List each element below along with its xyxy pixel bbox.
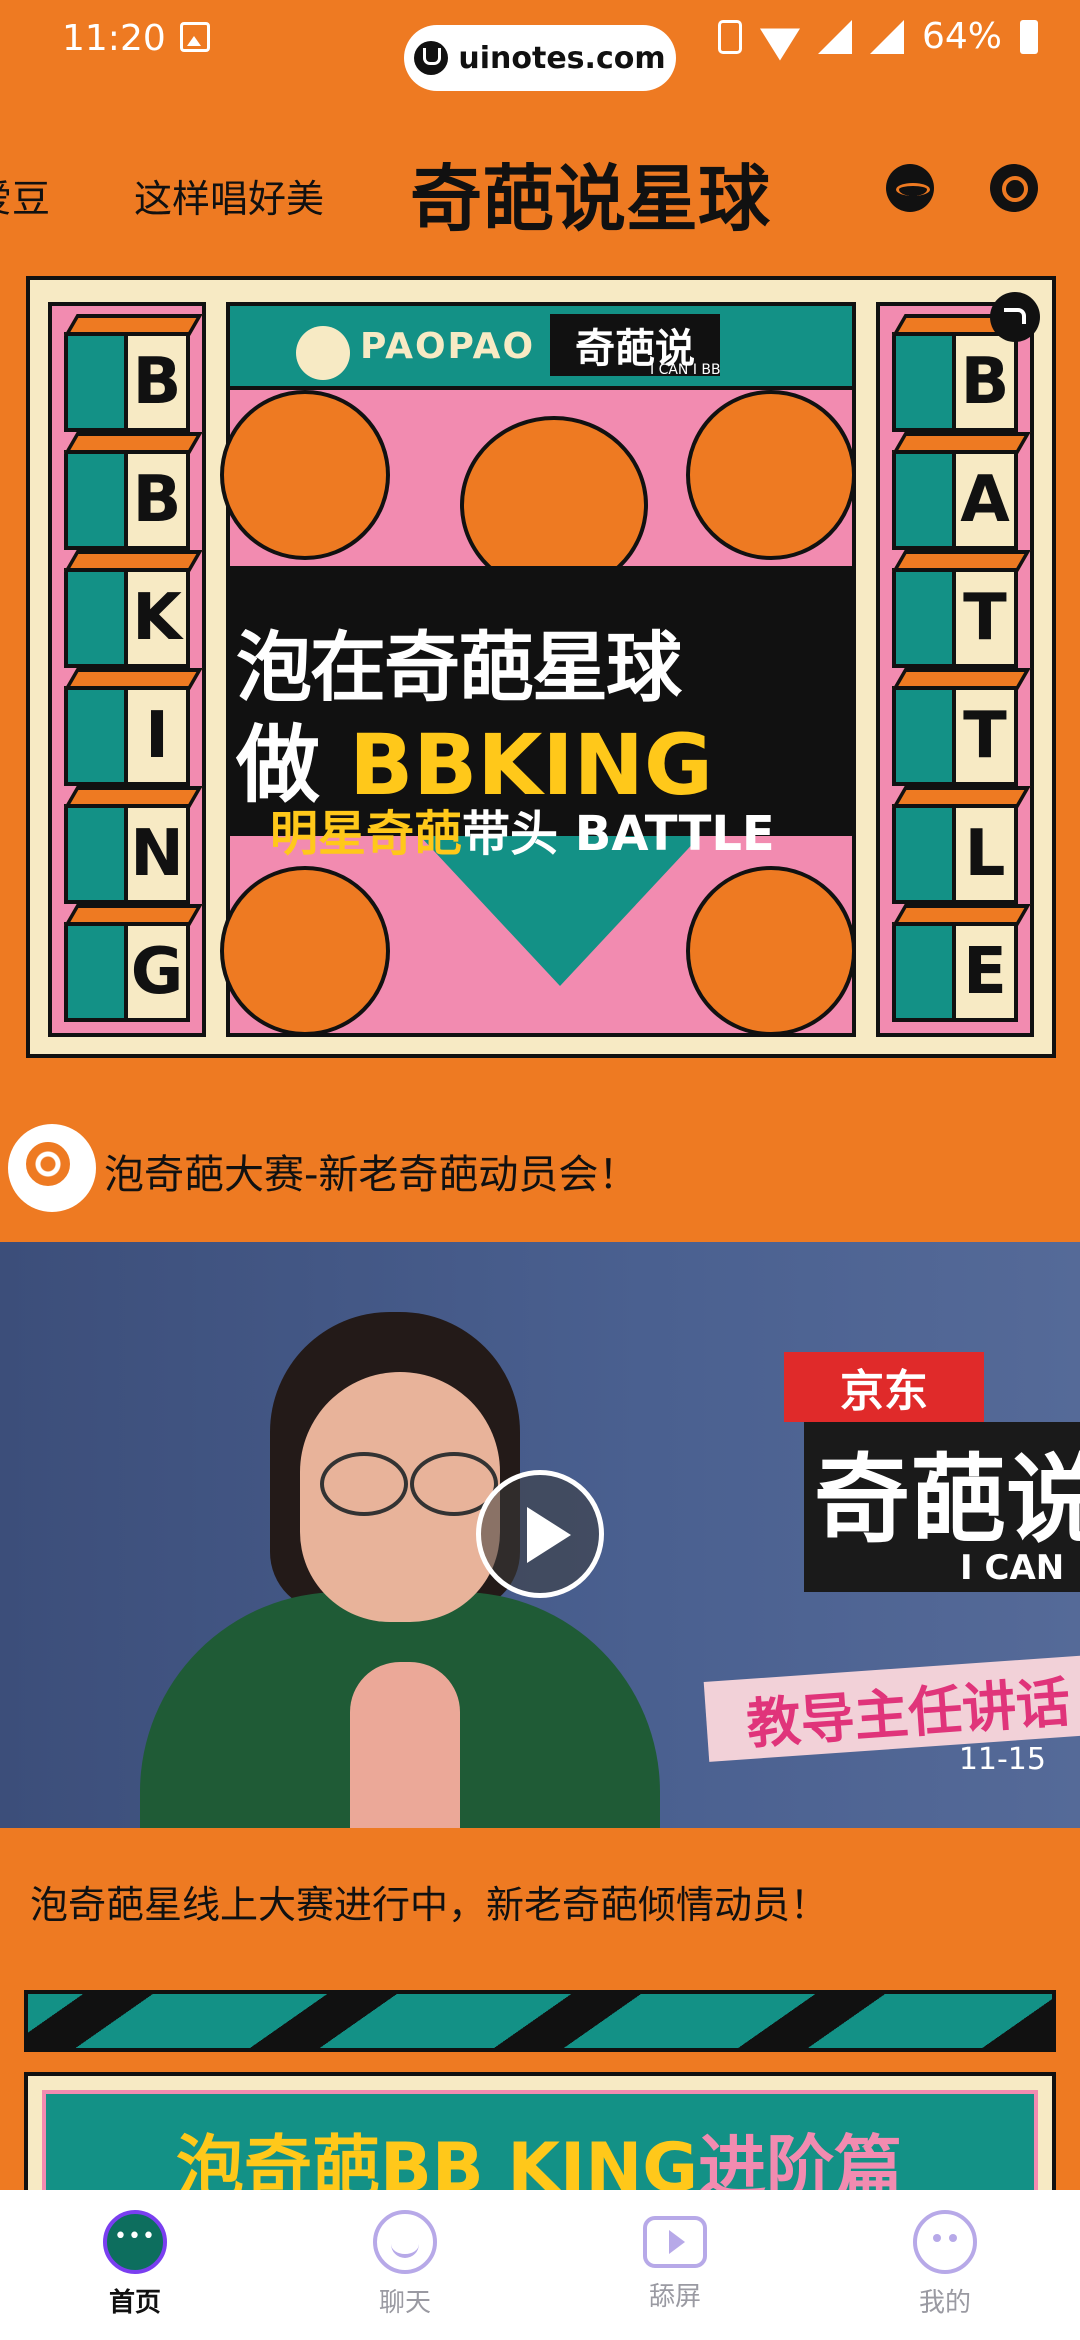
- tab-qipashuo-planet[interactable]: 奇葩说星球: [410, 140, 770, 245]
- show-sign: 京东 奇葩说 I CAN: [784, 1352, 1080, 1612]
- signal-icon-2: [869, 19, 904, 54]
- headline-line3-rest: 带头 BATTLE: [462, 806, 775, 862]
- video-player[interactable]: 京东 奇葩说 I CAN 教导主任讲话 11-15: [0, 1242, 1080, 1828]
- headline-line3: 明星奇葩带头 BATTLE: [270, 794, 775, 864]
- vibrate-icon: [717, 19, 742, 54]
- battery-percent: 64%: [921, 16, 1002, 57]
- video-date: 11-15: [958, 1742, 1046, 1777]
- planet-icon[interactable]: [886, 164, 934, 212]
- hero-banner[interactable]: B B K I N G B A T T L E PAOPAO 奇葩说 I CAN…: [26, 276, 1056, 1058]
- avatar[interactable]: [8, 1124, 96, 1212]
- stripe-decoration: [24, 1990, 1056, 2052]
- second-banner[interactable]: 泡奇葩BB KING进阶篇: [24, 1990, 1056, 2232]
- letter: A: [952, 454, 1014, 546]
- top-nav: 爱豆 这样唱好美 奇葩说星球: [0, 120, 1080, 241]
- tab-chat[interactable]: 聊天: [335, 2210, 475, 2319]
- status-icons: 64%: [717, 16, 1038, 57]
- letter: T: [952, 572, 1014, 664]
- screen-icon: [643, 2216, 707, 2268]
- tab-me[interactable]: 我的: [875, 2210, 1015, 2319]
- post-description[interactable]: 泡奇葩星线上大赛进行中，新老奇葩倾情动员！: [30, 1874, 828, 1929]
- letter: L: [952, 808, 1014, 900]
- tab-me-label: 我的: [918, 2288, 971, 2318]
- image-notification-icon: [180, 22, 210, 52]
- tab-screen-label: 舔屏: [648, 2282, 701, 2312]
- headline-line3-highlight: 明星奇葩: [270, 806, 463, 862]
- tab-home[interactable]: 首页: [65, 2210, 205, 2319]
- ok-hand-icon: [220, 866, 390, 1036]
- chat-icon: [373, 2210, 437, 2274]
- letter: B: [124, 336, 186, 428]
- tv-mascot-icon: [220, 390, 390, 560]
- wifi-icon: [760, 21, 800, 53]
- status-bar: 11:20 uinotes.com 64%: [0, 0, 1080, 91]
- bottom-tab-bar: 首页 聊天 舔屏 我的: [0, 2190, 1080, 2340]
- banner-center-panel: PAOPAO 奇葩说 I CAN I BB 泡在奇葩星球 做 BBKING 明星…: [220, 302, 856, 1037]
- search-icon[interactable]: [990, 164, 1038, 212]
- letter: I: [124, 690, 186, 782]
- profile-icon: [913, 2210, 977, 2274]
- show-logo-sub: I CAN I BB: [650, 362, 721, 378]
- post-title[interactable]: 泡奇葩大赛-新老奇葩动员会！: [104, 1142, 638, 1200]
- letter: N: [124, 808, 186, 900]
- tab-screen[interactable]: 舔屏: [605, 2210, 745, 2313]
- status-time: 11:20: [62, 18, 166, 59]
- sausage-mascot-icon: [686, 390, 856, 560]
- url-text: uinotes.com: [458, 40, 666, 76]
- play-button[interactable]: [476, 1470, 604, 1598]
- brand-name: PAOPAO: [360, 326, 536, 367]
- tab-home-label: 首页: [108, 2288, 161, 2318]
- sign-sub: I CAN: [960, 1548, 1065, 1588]
- uinotes-logo-icon: [414, 41, 449, 75]
- brand-bar: PAOPAO 奇葩说 I CAN I BB: [230, 306, 852, 390]
- signal-icon: [817, 19, 852, 54]
- letter: E: [952, 926, 1014, 1018]
- battery-icon: [1020, 19, 1038, 54]
- url-pill[interactable]: uinotes.com: [404, 25, 676, 91]
- ok-hand-icon-right: [686, 866, 856, 1036]
- share-icon[interactable]: [990, 292, 1040, 342]
- tab-idol[interactable]: 爱豆: [0, 168, 50, 223]
- letter: G: [124, 926, 186, 1018]
- tab-chat-label: 聊天: [378, 2288, 431, 2318]
- tab-sing[interactable]: 这样唱好美: [134, 168, 324, 223]
- home-icon: [103, 2210, 167, 2274]
- paopao-logo-icon: [296, 326, 350, 380]
- letter: B: [952, 336, 1014, 428]
- sign-brand: 京东: [784, 1352, 984, 1422]
- letter: K: [124, 572, 186, 664]
- post-header[interactable]: 泡奇葩大赛-新老奇葩动员会！: [0, 1120, 1080, 1220]
- battle-column: B A T T L E: [876, 302, 1034, 1037]
- letter: T: [952, 690, 1014, 782]
- bbking-column: B B K I N G: [48, 302, 206, 1037]
- letter: B: [124, 454, 186, 546]
